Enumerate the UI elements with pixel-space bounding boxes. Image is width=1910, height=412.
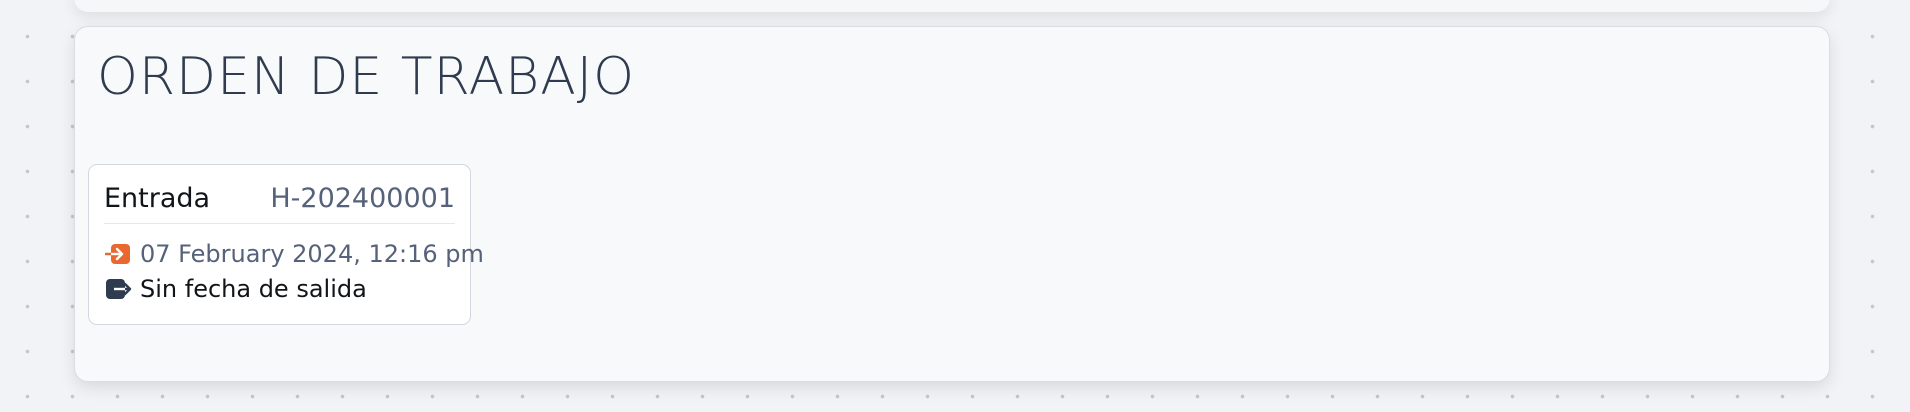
enter-icon — [104, 242, 132, 266]
work-order-card: ORDEN DE TRABAJO Entrada H-202400001 07 … — [74, 26, 1830, 382]
previous-card-edge — [74, 0, 1830, 12]
page-title: ORDEN DE TRABAJO — [97, 47, 636, 107]
exit-status: Sin fecha de salida — [140, 275, 367, 303]
entry-label: Entrada — [104, 183, 211, 214]
exit-date-row: Sin fecha de salida — [104, 274, 367, 304]
entry-code: H-202400001 — [270, 183, 455, 214]
entry-datetime: 07 February 2024, 12:16 pm — [140, 240, 484, 268]
entry-date-row: 07 February 2024, 12:16 pm — [104, 239, 484, 269]
entry-card: Entrada H-202400001 07 February 2024, 12… — [88, 164, 484, 325]
exit-icon — [104, 277, 132, 301]
entry-card-header: Entrada H-202400001 — [104, 165, 455, 224]
